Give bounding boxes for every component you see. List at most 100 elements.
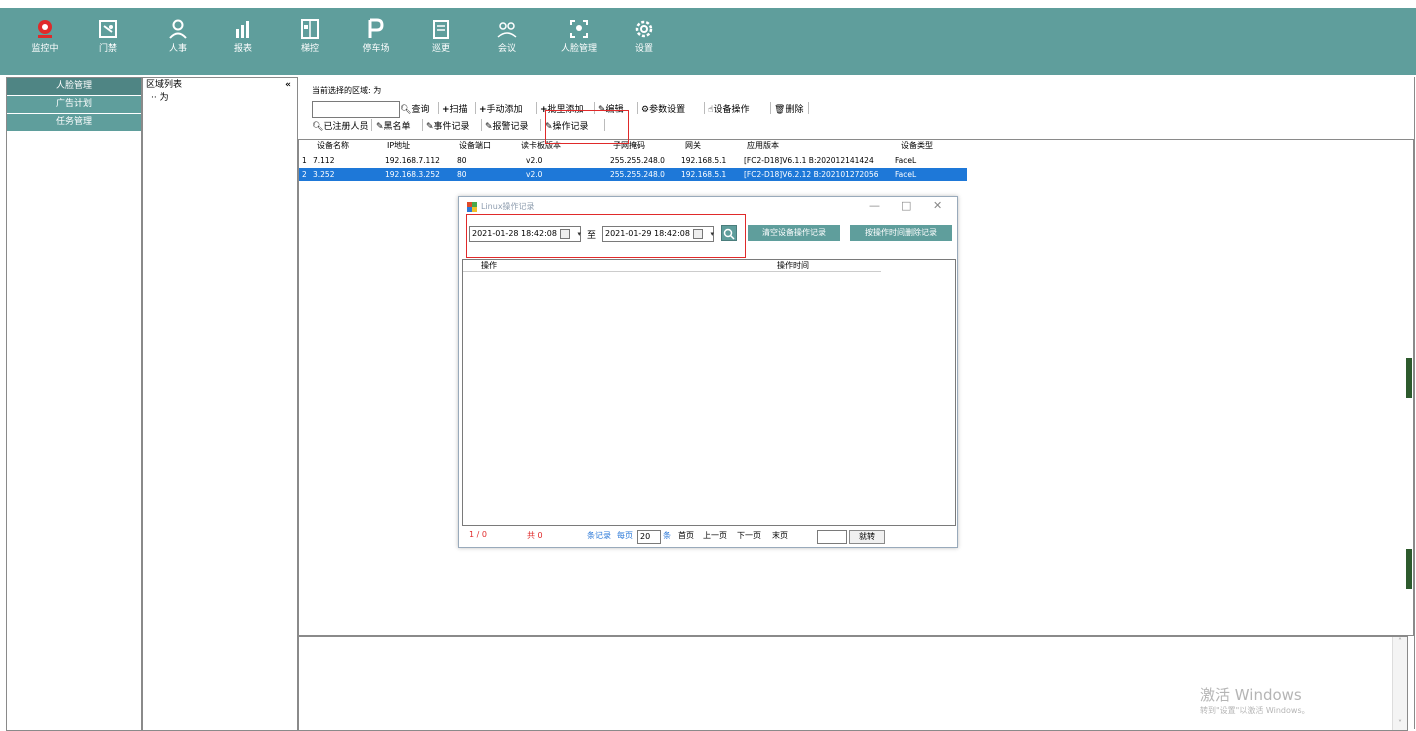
params-label: 参数设置 <box>649 105 686 115</box>
col-header-ip[interactable]: IP地址 <box>387 140 410 152</box>
col-header-name[interactable]: 设备名称 <box>317 140 349 152</box>
nav-label: 人脸管理 <box>560 44 597 54</box>
app-window-icon <box>467 202 477 212</box>
vertical-scrollbar[interactable]: ˄ ˅ <box>1392 637 1407 730</box>
clear-records-button[interactable]: 清空设备操作记录 <box>748 225 840 241</box>
top-nav-bar: 监控中 门禁 人事 报表 梯控 停车场 巡更 会议 人脸管理 设置 <box>0 8 1416 75</box>
delete-by-time-button[interactable]: 按操作时间删除记录 <box>850 225 952 241</box>
nav-patrol[interactable]: 巡更 <box>413 12 469 70</box>
last-page-link[interactable]: 末页 <box>772 530 788 541</box>
col-header-operation[interactable]: 操作 <box>463 260 773 272</box>
cell-device-type: FaceL <box>895 170 917 179</box>
alarms-button[interactable]: ✎报警记录 <box>485 119 529 132</box>
manual-add-button[interactable]: +手动添加 <box>479 102 523 115</box>
registered-button[interactable]: 🔍︎已注册人员 <box>312 119 368 132</box>
trash-icon: 🗑︎ <box>774 105 786 115</box>
separator <box>481 119 482 131</box>
nav-label: 设置 <box>634 44 653 54</box>
minimize-button[interactable]: — <box>869 199 880 212</box>
activation-watermark-subtitle: 转到"设置"以激活 Windows。 <box>1200 706 1310 715</box>
params-button[interactable]: ⚙参数设置 <box>641 102 685 115</box>
leftnav-task-management[interactable]: 任务管理 <box>7 114 141 132</box>
delete-button[interactable]: 🗑︎删除 <box>774 102 803 115</box>
nav-reports[interactable]: 报表 <box>215 12 271 70</box>
manual-add-label: 手动添加 <box>486 105 523 115</box>
nav-parking[interactable]: 停车场 <box>348 12 404 70</box>
cell-subnet: 255.255.248.0 <box>610 170 665 179</box>
cell-gateway: 192.168.5.1 <box>681 170 727 179</box>
events-label: 事件记录 <box>433 122 470 132</box>
nav-label: 梯控 <box>300 44 319 54</box>
nav-meeting[interactable]: 会议 <box>479 12 535 70</box>
meeting-icon <box>497 22 517 38</box>
side-grip-handle[interactable] <box>1406 549 1412 589</box>
nav-label: 停车场 <box>362 44 390 54</box>
maximize-button[interactable]: □ <box>901 199 911 212</box>
cell-ip: 192.168.3.252 <box>385 170 440 179</box>
nav-label: 会议 <box>497 44 516 54</box>
table-row[interactable]: 1 7.112 192.168.7.112 80 v2.0 255.255.24… <box>299 154 967 167</box>
leftnav-face-management[interactable]: 人脸管理 <box>7 78 141 96</box>
scroll-down-icon[interactable]: ˅ <box>1393 719 1407 728</box>
side-grip-handle[interactable] <box>1406 358 1412 398</box>
col-header-device-type[interactable]: 设备类型 <box>901 140 933 152</box>
plus-icon: + <box>442 105 450 115</box>
col-header-gateway[interactable]: 网关 <box>685 140 701 152</box>
goto-page-input[interactable] <box>817 530 847 544</box>
annotation-box-date-range <box>466 214 746 258</box>
collapse-button[interactable]: « <box>285 78 291 92</box>
close-button[interactable]: ✕ <box>933 199 942 212</box>
scan-label: 扫描 <box>449 105 468 115</box>
nav-monitoring[interactable]: 监控中 <box>17 12 73 70</box>
query-button[interactable]: 🔍︎查询 <box>400 102 429 115</box>
goto-button[interactable]: 就转 <box>849 530 885 544</box>
dialog-title: Linux操作记录 <box>481 202 535 211</box>
edit-icon: ✎ <box>485 122 493 132</box>
cell-device-type: FaceL <box>895 156 917 165</box>
nav-elevator[interactable]: 梯控 <box>282 12 338 70</box>
nav-settings[interactable]: 设置 <box>616 12 672 70</box>
edit-icon: ✎ <box>426 122 434 132</box>
total-count: 共 0 <box>527 531 543 540</box>
scan-button[interactable]: +扫描 <box>442 102 468 115</box>
row-number: 2 <box>302 170 307 179</box>
area-tree-node[interactable]: ·· 为 <box>143 92 297 104</box>
col-header-port[interactable]: 设备端口 <box>459 140 491 152</box>
nav-label: 报表 <box>233 44 252 54</box>
separator <box>422 119 423 131</box>
events-button[interactable]: ✎事件记录 <box>426 119 470 132</box>
nav-door-access[interactable]: 门禁 <box>80 12 136 70</box>
per-page-input[interactable]: 20 <box>637 530 661 544</box>
blacklist-button[interactable]: ✎黑名单 <box>376 119 411 132</box>
separator <box>704 102 705 114</box>
cell-reader-version: v2.0 <box>526 170 543 179</box>
next-page-link[interactable]: 下一页 <box>737 530 761 541</box>
scroll-up-icon[interactable]: ˄ <box>1393 637 1407 646</box>
nav-personnel[interactable]: 人事 <box>150 12 206 70</box>
device-op-button[interactable]: ☝设备操作 <box>708 102 750 115</box>
prev-page-link[interactable]: 上一页 <box>703 530 727 541</box>
elevator-icon <box>301 19 319 39</box>
area-list-title: 区域列表 <box>146 80 183 90</box>
col-header-app-version[interactable]: 应用版本 <box>747 140 779 152</box>
cell-name: 7.112 <box>313 156 335 165</box>
first-page-link[interactable]: 首页 <box>678 530 694 541</box>
cell-gateway: 192.168.5.1 <box>681 156 727 165</box>
table-row-selected[interactable]: 2 3.252 192.168.3.252 80 v2.0 255.255.24… <box>299 168 967 181</box>
cell-app-version: [FC2-D18]V6.2.12 B:202101272056 <box>744 170 879 179</box>
area-list-panel: 区域列表 « ·· 为 <box>142 77 298 731</box>
webcam-icon <box>38 20 52 38</box>
gear-icon: ⚙ <box>641 105 650 115</box>
separator <box>808 102 809 114</box>
cell-port: 80 <box>457 156 467 165</box>
leftnav-ad-plan[interactable]: 广告计划 <box>7 96 141 114</box>
caption-strip <box>0 0 1416 8</box>
search-input[interactable] <box>312 101 400 118</box>
search-icon: 🔍︎ <box>312 122 324 132</box>
col-header-op-time[interactable]: 操作时间 <box>773 260 881 272</box>
separator <box>475 102 476 114</box>
nav-face-management[interactable]: 人脸管理 <box>551 12 607 70</box>
gear-icon <box>635 20 653 38</box>
nav-label: 巡更 <box>431 44 450 54</box>
page-indicator: 1 / 0 <box>469 530 487 539</box>
